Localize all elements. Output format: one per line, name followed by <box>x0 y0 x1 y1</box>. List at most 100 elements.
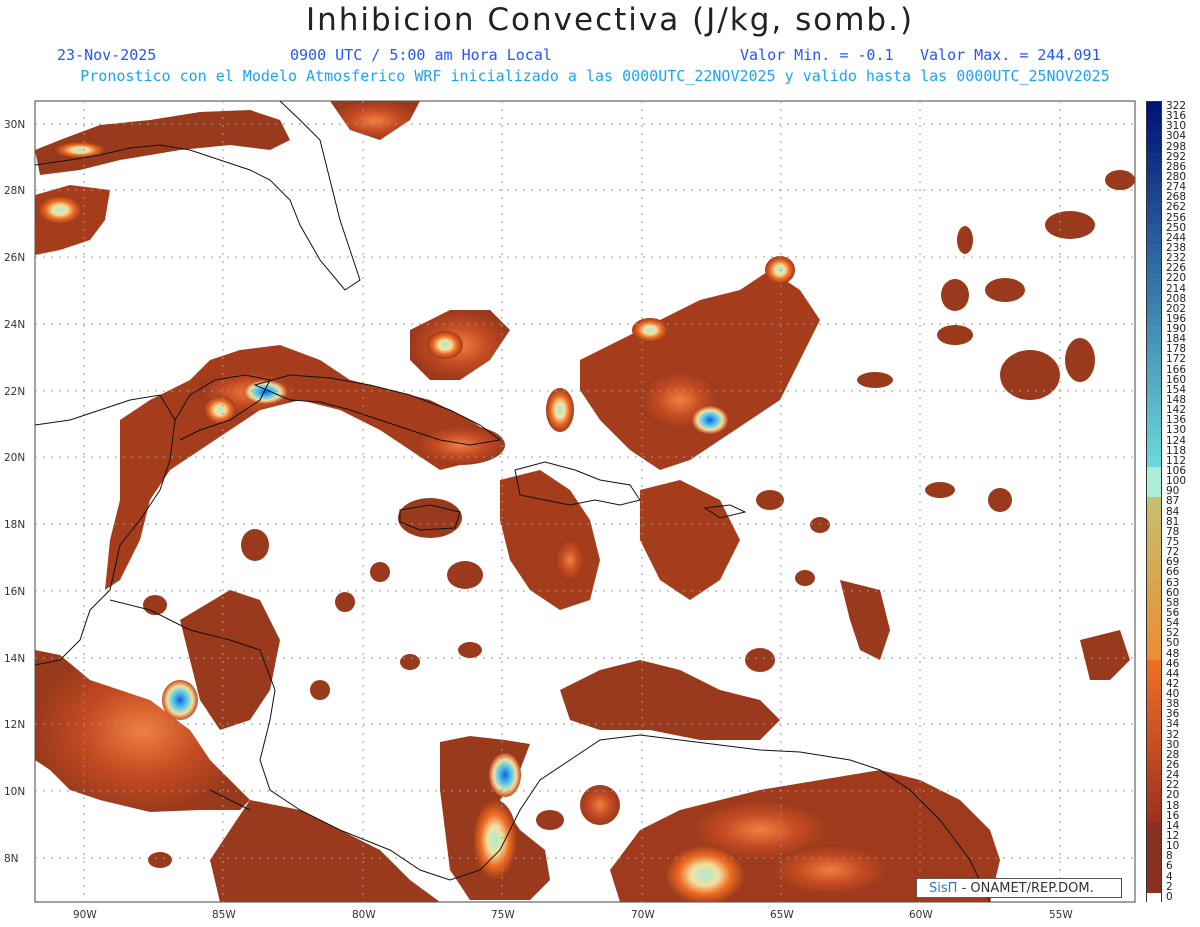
colorbar-segment <box>1147 375 1161 387</box>
colorbar-segment <box>1147 152 1161 164</box>
lon-label: 60W <box>909 909 933 921</box>
chart-title: Inhibicion Convectiva (J/kg, somb.) <box>305 2 915 38</box>
lat-label: 24N <box>4 319 25 331</box>
colorbar-segment <box>1147 862 1161 874</box>
colorbar-segment <box>1147 568 1161 580</box>
lat-label: 22N <box>4 386 25 398</box>
colorbar-label: 130 <box>1166 424 1187 437</box>
colorbar-segment <box>1147 872 1161 884</box>
forecast-time: 0900 UTC / 5:00 am Hora Local <box>290 46 552 64</box>
credit-org: - ONAMET/REP.DOM. <box>957 881 1094 896</box>
lat-label: 16N <box>4 586 25 598</box>
colorbar-label: 50 <box>1166 637 1180 650</box>
forecast-date: 23-Nov-2025 <box>57 46 157 64</box>
colorbar-label: 66 <box>1166 566 1180 579</box>
lon-label: 55W <box>1049 909 1073 921</box>
colorbar-segment <box>1147 142 1161 154</box>
colorbar-segment <box>1147 274 1161 286</box>
colorbar-segment <box>1147 203 1161 215</box>
colorbar-segment <box>1147 771 1161 782</box>
colorbar-segment <box>1147 335 1161 346</box>
colorbar-segment <box>1147 102 1161 113</box>
colorbar-segment <box>1147 284 1161 296</box>
colorbar-segment <box>1147 193 1161 204</box>
lat-label: 8N <box>4 853 19 865</box>
colorbar-label: 172 <box>1166 353 1187 366</box>
colorbar-segment <box>1147 213 1161 225</box>
colorbar-segment <box>1147 304 1161 316</box>
lat-label: 10N <box>4 786 25 798</box>
colorbar-segment <box>1147 426 1161 438</box>
colorbar <box>1146 101 1162 904</box>
colorbar-segment <box>1147 477 1161 488</box>
colorbar-label: 20 <box>1166 789 1180 802</box>
lat-label: 26N <box>4 252 25 264</box>
credit-brand: SisΠ <box>929 881 958 896</box>
colorbar-segment <box>1147 882 1161 894</box>
value-min: Valor Min. = -0.1 <box>740 46 894 64</box>
colorbar-segment <box>1147 254 1161 265</box>
colorbar-segment <box>1147 781 1161 793</box>
lat-label: 12N <box>4 719 25 731</box>
colorbar-label: 220 <box>1166 272 1187 285</box>
lon-label: 65W <box>770 909 794 921</box>
colorbar-segment <box>1147 527 1161 539</box>
lat-label: 20N <box>4 452 25 464</box>
colorbar-segment <box>1147 791 1161 803</box>
colorbar-segment <box>1147 578 1161 590</box>
colorbar-segment <box>1147 598 1161 610</box>
colorbar-segment <box>1147 892 1161 904</box>
colorbar-segment <box>1147 487 1161 499</box>
colorbar-segment <box>1147 507 1161 519</box>
colorbar-segment <box>1147 497 1161 509</box>
colorbar-segment <box>1147 608 1161 620</box>
colorbar-segment <box>1147 243 1161 255</box>
colorbar-segment <box>1147 832 1161 843</box>
colorbar-segment <box>1147 619 1161 630</box>
colorbar-segment <box>1147 842 1161 853</box>
colorbar-segment <box>1147 659 1161 671</box>
colorbar-segment <box>1147 588 1161 600</box>
colorbar-segment <box>1147 294 1161 306</box>
lat-label: 28N <box>4 185 25 197</box>
colorbar-segment <box>1147 852 1161 864</box>
value-max: Valor Max. = 244.091 <box>920 46 1101 64</box>
colorbar-segment <box>1147 385 1161 397</box>
colorbar-segment <box>1147 720 1161 732</box>
colorbar-segment <box>1147 223 1161 235</box>
colorbar-segment <box>1147 629 1161 640</box>
colorbar-label: 304 <box>1166 130 1187 143</box>
lat-label: 30N <box>4 119 25 131</box>
colorbar-label: 214 <box>1166 282 1187 295</box>
colorbar-segment <box>1147 456 1161 468</box>
colorbar-segment <box>1147 325 1161 336</box>
colorbar-segment <box>1147 122 1161 133</box>
colorbar-segment <box>1147 558 1161 569</box>
colorbar-segment <box>1147 740 1161 752</box>
lon-labels: 90W 85W 80W 75W 70W 65W 60W 55W <box>73 909 1073 921</box>
colorbar-segment <box>1147 761 1161 772</box>
colorbar-label: 262 <box>1166 201 1187 214</box>
lon-label: 80W <box>352 909 376 921</box>
model-subtitle: Pronostico con el Modelo Atmosferico WRF… <box>80 67 1110 85</box>
colorbar-segment <box>1147 406 1161 417</box>
colorbar-segment <box>1147 233 1161 245</box>
colorbar-segment <box>1147 710 1161 722</box>
colorbar-segment <box>1147 436 1161 448</box>
colorbar-segment <box>1147 365 1161 377</box>
colorbar-segment <box>1147 669 1161 681</box>
colorbar-segment <box>1147 183 1161 194</box>
cin-map: 30N 28N 26N 24N 22N 20N 18N 16N 14N 12N … <box>4 100 1136 921</box>
colorbar-label: 87 <box>1166 495 1180 508</box>
colorbar-label: 34 <box>1166 718 1180 731</box>
colorbar-segment <box>1147 730 1161 742</box>
colorbar-segment <box>1147 162 1161 174</box>
colorbar-label: 0 <box>1166 890 1173 903</box>
colorbar-segment <box>1147 345 1161 357</box>
lat-label: 14N <box>4 653 25 665</box>
credit-box: SisΠ - ONAMET/REP.DOM. <box>916 878 1122 898</box>
lon-label: 75W <box>491 909 515 921</box>
colorbar-segment <box>1147 679 1161 691</box>
colorbar-segment <box>1147 355 1161 367</box>
lat-labels: 30N 28N 26N 24N 22N 20N 18N 16N 14N 12N … <box>4 119 25 865</box>
